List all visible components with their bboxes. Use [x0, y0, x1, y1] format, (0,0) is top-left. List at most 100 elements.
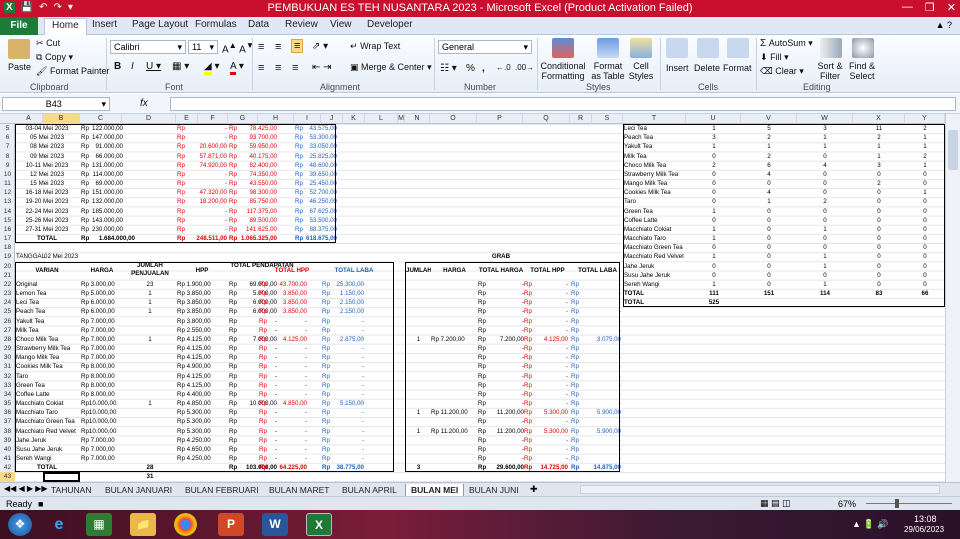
- insert-cells-icon[interactable]: [666, 38, 688, 58]
- column-header-l[interactable]: L: [365, 114, 398, 124]
- column-header-e[interactable]: E: [176, 114, 198, 124]
- column-header-a[interactable]: A: [15, 114, 43, 124]
- align-top-icon[interactable]: ≡: [258, 41, 264, 53]
- column-header-f[interactable]: F: [198, 114, 228, 124]
- row-header[interactable]: 5: [0, 124, 15, 133]
- fill-button[interactable]: ⬇ Fill ▾: [760, 52, 789, 63]
- column-header-i[interactable]: I: [294, 114, 321, 124]
- format-cells-icon[interactable]: [727, 38, 749, 58]
- sheet-tab-tahunan[interactable]: TAHUNAN: [46, 484, 96, 496]
- sort-filter-button[interactable]: Sort & Filter: [812, 61, 848, 81]
- borders-icon[interactable]: ▦ ▾: [172, 61, 189, 72]
- tab-home[interactable]: Home: [44, 18, 87, 35]
- row-header[interactable]: 27: [0, 326, 15, 335]
- conditional-formatting-button[interactable]: Conditional Formatting: [540, 61, 586, 81]
- column-header-o[interactable]: O: [430, 114, 477, 124]
- grow-font-icon[interactable]: A▲ A▼: [222, 40, 254, 55]
- view-buttons[interactable]: ▦ ▤ ◫: [760, 498, 791, 509]
- powerpoint-icon[interactable]: P: [218, 513, 244, 536]
- row-header[interactable]: 42: [0, 463, 15, 472]
- name-box[interactable]: B43 ▾: [2, 97, 110, 111]
- tanggal-label[interactable]: TANGGAL: [16, 252, 45, 261]
- cell-styles-icon[interactable]: [630, 38, 652, 58]
- conditional-formatting-icon[interactable]: [552, 38, 574, 58]
- cell-styles-button[interactable]: Cell Styles: [626, 61, 656, 81]
- find-select-button[interactable]: Find & Select: [845, 61, 879, 81]
- sort-filter-icon[interactable]: [820, 38, 842, 58]
- tab-view[interactable]: View: [330, 19, 352, 30]
- row-header[interactable]: 39: [0, 436, 15, 445]
- scroll-thumb[interactable]: [948, 130, 958, 170]
- clear-button[interactable]: ⌫ Clear ▾: [760, 66, 804, 77]
- format-table-icon[interactable]: [597, 38, 619, 58]
- column-header-g[interactable]: G: [228, 114, 258, 124]
- align-middle-icon[interactable]: ≡: [275, 41, 281, 53]
- row-header[interactable]: 11: [0, 179, 15, 188]
- merge-center-button[interactable]: ▣ Merge & Center ▾: [350, 62, 432, 73]
- chrome-icon[interactable]: [174, 513, 197, 536]
- row-header[interactable]: 43: [0, 472, 15, 482]
- restore-icon[interactable]: ❐: [925, 1, 935, 14]
- row-header[interactable]: 36: [0, 408, 15, 417]
- row-header[interactable]: 34: [0, 390, 15, 399]
- row-header[interactable]: 8: [0, 152, 15, 161]
- row-header[interactable]: 10: [0, 170, 15, 179]
- row-header[interactable]: 40: [0, 445, 15, 454]
- delete-cells-icon[interactable]: [697, 38, 719, 58]
- formula-input[interactable]: [170, 97, 956, 111]
- zoom-level[interactable]: 67%: [838, 499, 856, 509]
- row-header[interactable]: 23: [0, 289, 15, 298]
- clock-date[interactable]: 29/06/2023: [904, 525, 944, 534]
- row-header[interactable]: 21: [0, 271, 15, 280]
- tray-icons[interactable]: ▲ 🔋 🔊: [852, 519, 888, 530]
- align-right-icon[interactable]: ≡: [292, 62, 298, 74]
- column-header-r[interactable]: R: [570, 114, 592, 124]
- start-button-icon[interactable]: ❖: [8, 513, 32, 536]
- row-header[interactable]: 30: [0, 353, 15, 362]
- column-header-y[interactable]: Y: [905, 114, 945, 124]
- column-header-q[interactable]: Q: [523, 114, 570, 124]
- align-center-icon[interactable]: ≡: [275, 62, 281, 74]
- row-header[interactable]: 41: [0, 454, 15, 463]
- zoom-slider[interactable]: [866, 503, 952, 504]
- comma-icon[interactable]: ,: [482, 63, 485, 74]
- copy-button[interactable]: ⧉ Copy ▾: [36, 52, 73, 63]
- row-header[interactable]: 18: [0, 243, 15, 252]
- paste-button[interactable]: Paste: [8, 62, 31, 72]
- row-header[interactable]: 13: [0, 197, 15, 206]
- internet-explorer-icon[interactable]: e: [46, 513, 72, 536]
- column-header-w[interactable]: W: [797, 114, 853, 124]
- tab-file[interactable]: File: [0, 17, 38, 35]
- row-header[interactable]: 17: [0, 234, 15, 243]
- minimize-icon[interactable]: —: [902, 1, 913, 14]
- paste-icon[interactable]: [8, 39, 30, 59]
- store-icon[interactable]: ▦: [86, 513, 112, 536]
- column-header-d[interactable]: D: [122, 114, 176, 124]
- row-header[interactable]: 31: [0, 362, 15, 371]
- tab-developer[interactable]: Developer: [367, 19, 413, 30]
- column-header-m[interactable]: M: [398, 114, 405, 124]
- number-format-select[interactable]: General ▾: [438, 40, 532, 54]
- column-header-h[interactable]: H: [258, 114, 294, 124]
- selected-cell-b43[interactable]: [43, 472, 80, 482]
- binoculars-icon[interactable]: [852, 38, 874, 58]
- new-sheet-icon[interactable]: ✚: [530, 484, 538, 495]
- column-header-s[interactable]: S: [592, 114, 623, 124]
- sheet-tab-maret[interactable]: BULAN MARET: [264, 484, 334, 496]
- increase-decimal-icon[interactable]: ←.0: [496, 63, 511, 72]
- column-header-x[interactable]: X: [853, 114, 905, 124]
- currency-icon[interactable]: ☷ ▾: [440, 63, 457, 74]
- column-header-u[interactable]: U: [686, 114, 741, 124]
- row-header[interactable]: 6: [0, 133, 15, 142]
- orientation-icon[interactable]: ⇗ ▾: [312, 41, 328, 52]
- close-icon[interactable]: ✕: [947, 1, 956, 14]
- row-header[interactable]: 25: [0, 307, 15, 316]
- row-header[interactable]: 38: [0, 427, 15, 436]
- column-header-p[interactable]: P: [477, 114, 523, 124]
- sheet-tab-februari[interactable]: BULAN FEBRUARI: [180, 484, 264, 496]
- percent-icon[interactable]: %: [466, 63, 475, 74]
- font-color-icon[interactable]: A ▾: [230, 61, 244, 75]
- row-header[interactable]: 26: [0, 317, 15, 326]
- format-as-table-button[interactable]: Format as Table: [588, 61, 628, 81]
- row-header[interactable]: 20: [0, 262, 15, 271]
